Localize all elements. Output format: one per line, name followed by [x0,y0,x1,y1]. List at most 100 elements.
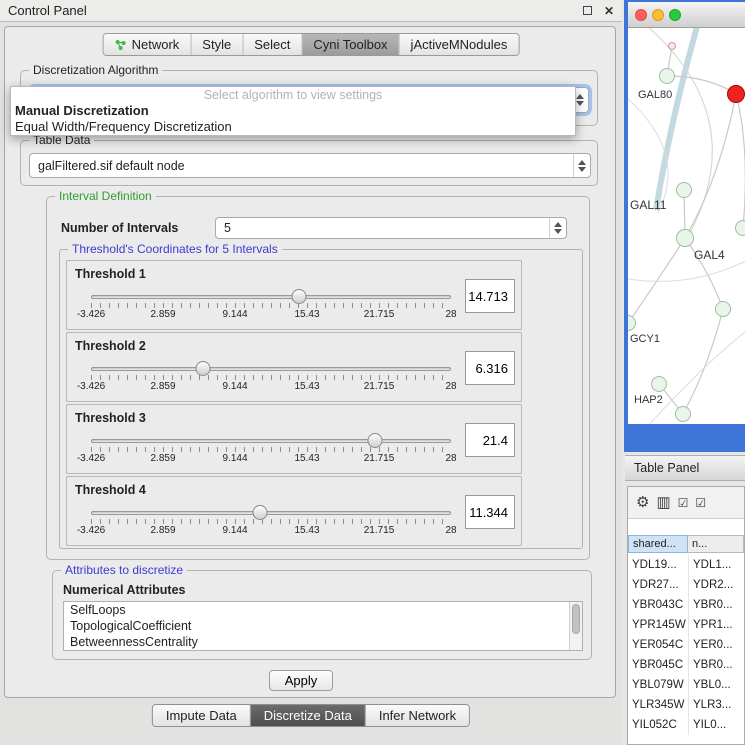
network-node[interactable] [676,229,694,247]
column-header-shared-name[interactable]: shared... [628,535,688,553]
column-header-name[interactable]: n... [688,535,744,553]
tab-cyni-toolbox[interactable]: Cyni Toolbox [302,34,399,55]
threshold-4-value-input[interactable] [465,495,515,529]
cell-name[interactable]: YDR2... [688,575,744,595]
tab-jactivemnodules[interactable]: jActiveMNodules [400,34,519,55]
algorithm-menu-placeholder: Select algorithm to view settings [11,88,575,103]
cell-name[interactable]: YPR1... [688,615,744,635]
cell-shared-name[interactable]: YIL052C [628,715,688,735]
tab-impute-data[interactable]: Impute Data [153,705,251,726]
number-of-intervals-select[interactable]: 5 [215,217,567,239]
list-item-topologicalcoefficient[interactable]: TopologicalCoefficient [64,618,582,634]
close-traffic-light-icon[interactable] [635,9,647,21]
threshold-1-label: Threshold 1 [75,267,146,281]
tab-network[interactable]: Network [104,34,192,55]
tab-select[interactable]: Select [243,34,302,55]
zoom-traffic-light-icon[interactable] [669,9,681,21]
network-node[interactable] [668,42,676,50]
menu-item-manual-discretization[interactable]: Manual Discretization [11,103,575,119]
threshold-1-slider-thumb[interactable] [291,289,306,304]
threshold-2-slider-thumb[interactable] [195,361,210,376]
gear-icon[interactable]: ⚙ [636,495,649,510]
numerical-attributes-list[interactable]: SelfLoops TopologicalCoefficient Between… [63,601,583,651]
threshold-1-value-input[interactable] [465,279,515,313]
slider-track[interactable] [91,367,451,371]
cell-shared-name[interactable]: YBR045C [628,655,688,675]
number-of-intervals-label: Number of Intervals [61,217,178,239]
cell-shared-name[interactable]: YBL079W [628,675,688,695]
cell-name[interactable]: YER0... [688,635,744,655]
table-row[interactable]: YDR27... YDR2... [628,575,744,595]
threshold-3-value-input[interactable] [465,423,515,457]
network-node-highlighted[interactable] [727,85,745,103]
tab-label: Cyni Toolbox [313,37,387,52]
slider-track[interactable] [91,295,451,299]
cell-name[interactable]: YBL0... [688,675,744,695]
discretization-algorithm-group-label: Discretization Algorithm [29,63,162,77]
table-row[interactable]: YDL19... YDL1... [628,555,744,575]
select-none-checkbox-icon[interactable]: ☑ [695,497,706,509]
list-item-betweennesscentrality[interactable]: BetweennessCentrality [64,634,582,650]
interval-definition-group-label: Interval Definition [55,189,156,203]
cell-name[interactable]: YLR3... [688,695,744,715]
select-all-checkbox-icon[interactable]: ☑ [678,497,689,509]
table-rows: YDL19... YDL1... YDR27... YDR2... YBR043… [628,555,744,735]
table-data-group: Table Data galFiltered.sif default node [20,140,598,186]
table-data-select[interactable]: galFiltered.sif default node [29,153,591,178]
cell-name[interactable]: YBR0... [688,655,744,675]
table-row[interactable]: YPR145W YPR1... [628,615,744,635]
cell-shared-name[interactable]: YBR043C [628,595,688,615]
scale-label: 9.144 [222,309,247,320]
table-row[interactable]: YER054C YER0... [628,635,744,655]
tab-style[interactable]: Style [191,34,243,55]
threshold-1-scale: -3.426 2.859 9.144 15.43 21.715 28 [91,309,451,321]
table-toolbar: ⚙ ▥ ☑ ☑ [628,487,744,519]
slider-track[interactable] [91,511,451,515]
close-icon[interactable]: ✕ [604,4,614,18]
slider-track[interactable] [91,439,451,443]
network-node[interactable] [651,376,667,392]
cell-shared-name[interactable]: YLR345W [628,695,688,715]
menu-item-equal-width-frequency[interactable]: Equal Width/Frequency Discretization [11,119,575,135]
cell-name[interactable]: YIL0... [688,715,744,735]
threshold-4-slider-thumb[interactable] [253,505,268,520]
network-node[interactable] [715,301,731,317]
table-row[interactable]: YBR045C YBR0... [628,655,744,675]
scale-label: -3.426 [77,309,105,320]
tab-discretize-data[interactable]: Discretize Data [251,705,366,726]
table-row[interactable]: YBL079W YBL0... [628,675,744,695]
network-node[interactable] [676,182,692,198]
threshold-4-row: Threshold 4 -3.426 2.859 9.144 15.43 21.… [66,476,522,546]
cell-shared-name[interactable]: YPR145W [628,615,688,635]
minimize-traffic-light-icon[interactable] [652,9,664,21]
threshold-1-row: Threshold 1 -3.426 2.859 9.144 15.43 21.… [66,260,522,330]
table-panel-titlebar: Table Panel [625,455,745,481]
columns-icon[interactable]: ▥ [656,495,670,510]
thresholds-group-label: Threshold's Coordinates for 5 Intervals [68,242,282,256]
network-node[interactable] [675,406,691,422]
scale-label: 28 [445,381,456,392]
list-item-selfloops[interactable]: SelfLoops [64,602,582,618]
table-row[interactable]: YIL052C YIL0... [628,715,744,735]
threshold-2-value-input[interactable] [465,351,515,385]
apply-button[interactable]: Apply [269,670,333,691]
threshold-4-label: Threshold 4 [75,483,146,497]
tab-infer-network[interactable]: Infer Network [366,705,469,726]
float-window-icon[interactable] [583,6,592,15]
network-canvas[interactable]: GAL80 GAL11 GAL4 GCY1 HAP2 [628,28,745,424]
list-scrollbar[interactable] [569,602,582,650]
list-scrollbar-thumb[interactable] [572,604,580,634]
node-label-gal80: GAL80 [638,89,672,101]
table-row[interactable]: YBR043C YBR0... [628,595,744,615]
threshold-3-slider-thumb[interactable] [368,433,383,448]
cell-shared-name[interactable]: YDR27... [628,575,688,595]
control-panel-titlebar: Control Panel ✕ [0,0,622,22]
network-node[interactable] [735,220,745,236]
table-row[interactable]: YLR345W YLR3... [628,695,744,715]
cell-name[interactable]: YBR0... [688,595,744,615]
cell-name[interactable]: YDL1... [688,555,744,575]
cell-shared-name[interactable]: YER054C [628,635,688,655]
scale-label: 15.43 [294,309,319,320]
network-node[interactable] [659,68,675,84]
cell-shared-name[interactable]: YDL19... [628,555,688,575]
